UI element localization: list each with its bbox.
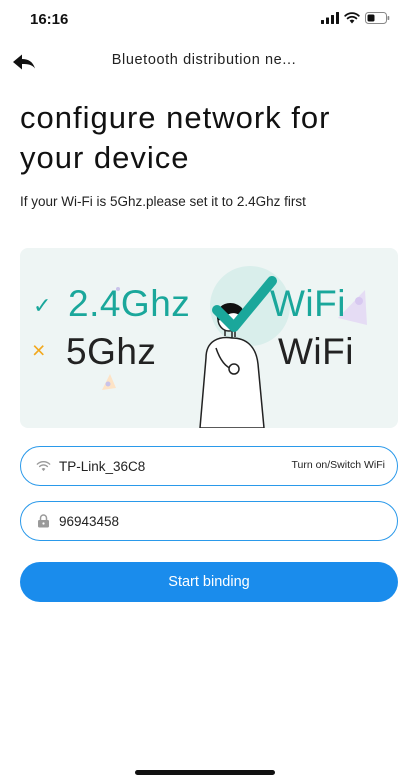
wifi-password-field xyxy=(20,501,398,541)
page-subtitle: If your Wi-Fi is 5Ghz.please set it to 2… xyxy=(20,194,306,209)
unsupported-wifi-label: WiFi xyxy=(278,331,354,372)
unsupported-cross-icon: × xyxy=(32,337,46,363)
home-indicator xyxy=(135,770,275,775)
switch-wifi-link[interactable]: Turn on/Switch WiFi xyxy=(291,459,385,471)
wifi-ssid-field: Turn on/Switch WiFi xyxy=(20,446,398,486)
status-time: 16:16 xyxy=(30,11,69,28)
unsupported-band-label: 5Ghz xyxy=(66,331,157,372)
wifi-icon xyxy=(344,12,360,24)
page-title: configure network for your device xyxy=(20,100,331,175)
supported-band-label: 2.4Ghz xyxy=(68,283,191,324)
battery-icon xyxy=(365,12,390,24)
status-bar: 16:16 xyxy=(0,0,408,36)
cellular-signal-icon xyxy=(321,12,339,24)
wifi-ssid-input[interactable] xyxy=(59,455,279,477)
wifi-band-illustration: ✓ 2.4Ghz WiFi × 5Ghz WiFi xyxy=(20,248,398,428)
nav-title: Bluetooth distribution ne... xyxy=(111,52,297,68)
lock-icon xyxy=(35,513,51,529)
start-binding-button[interactable]: Start binding xyxy=(20,562,398,602)
wifi-icon xyxy=(35,458,51,474)
supported-wifi-label: WiFi xyxy=(270,283,346,324)
status-icons xyxy=(321,12,390,24)
nav-bar: Bluetooth distribution ne... xyxy=(0,42,408,82)
wifi-password-input[interactable] xyxy=(59,510,279,532)
supported-check-icon: ✓ xyxy=(33,293,52,318)
